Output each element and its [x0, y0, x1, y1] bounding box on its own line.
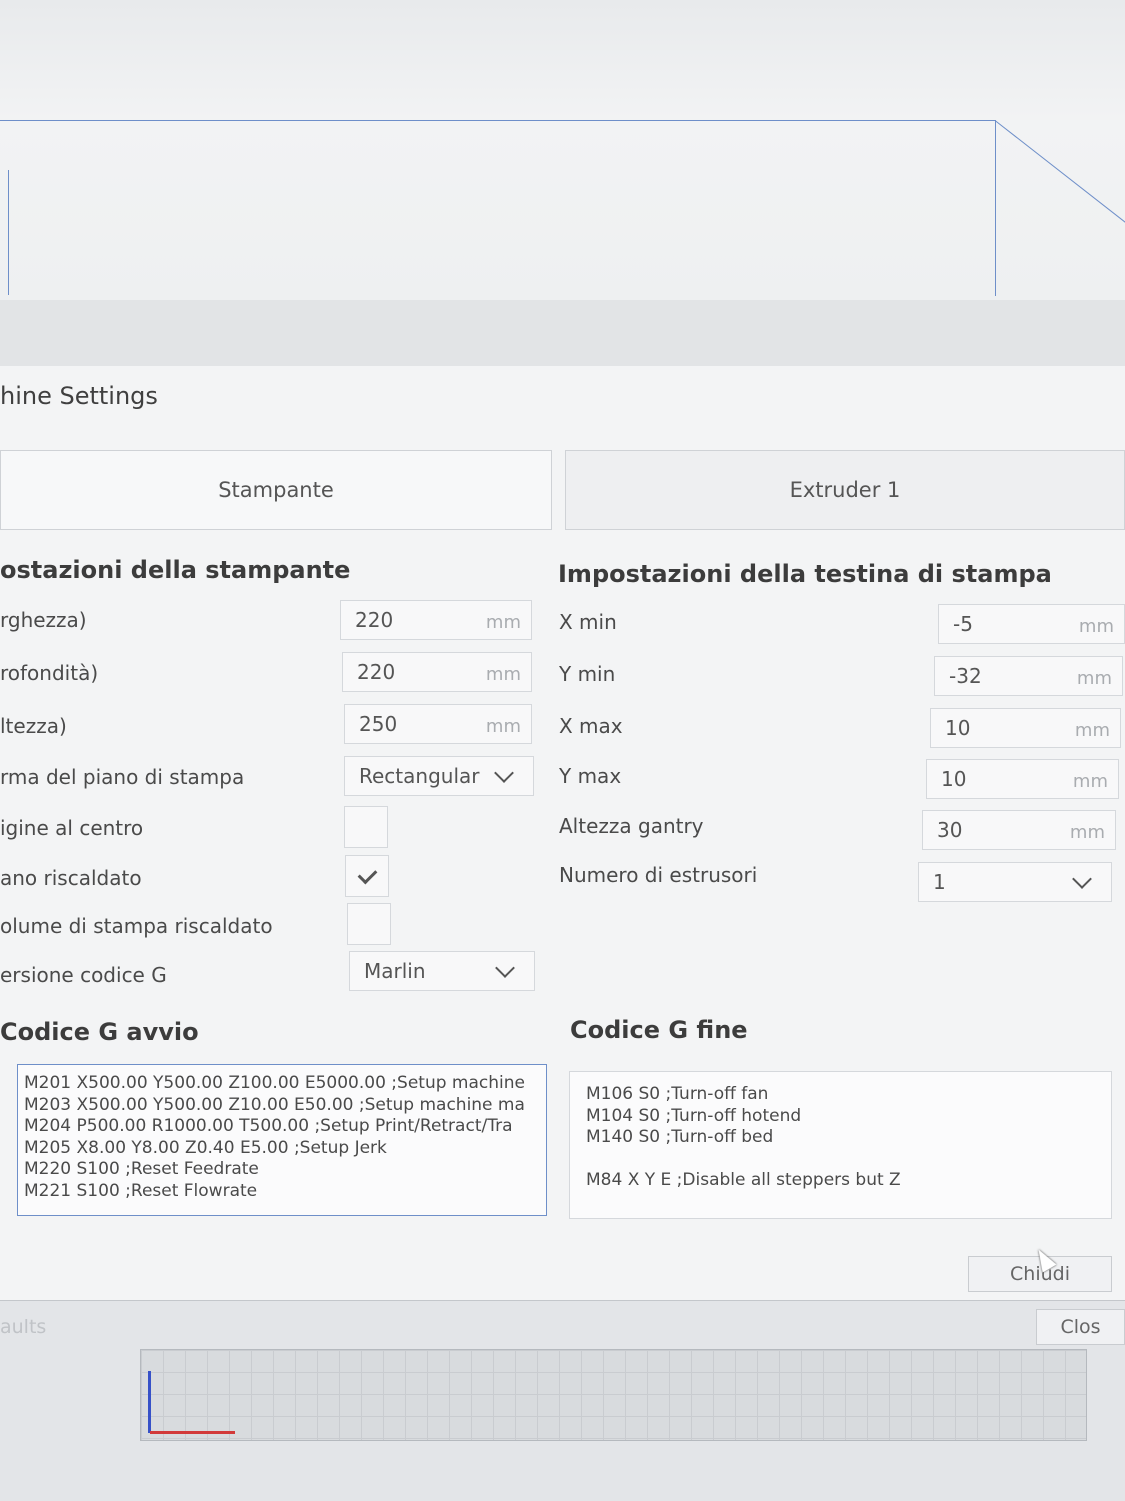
- origin-center-label: igine al centro: [0, 816, 144, 840]
- gcode-flavor-label: ersione codice G: [0, 963, 167, 987]
- build-volume-edge: [994, 120, 1125, 232]
- bed-shape-label: rma del piano di stampa: [0, 765, 245, 789]
- height-unit: mm: [485, 716, 521, 737]
- start-gcode-title: Codice G avvio: [0, 1018, 199, 1046]
- depth-unit: mm: [485, 664, 521, 685]
- build-volume-edge-left: [8, 170, 9, 295]
- gantry-height-field[interactable]: 30 mm: [922, 810, 1116, 850]
- printhead-settings-title: Impostazioni della testina di stampa: [558, 560, 1052, 588]
- z-axis-line: [148, 1371, 151, 1433]
- height-label: ltezza): [0, 714, 67, 738]
- heated-bed-label: ano riscaldato: [0, 866, 142, 890]
- depth-label: rofondità): [0, 661, 99, 685]
- chevron-down-icon: [494, 763, 514, 783]
- y-max-label: Y max: [559, 764, 622, 788]
- x-min-label: X min: [559, 610, 617, 634]
- x-max-value: 10: [945, 716, 971, 740]
- heated-volume-label: olume di stampa riscaldato: [0, 914, 273, 938]
- width-unit: mm: [485, 612, 521, 633]
- width-label: rghezza): [0, 608, 87, 632]
- height-value: 250: [359, 712, 398, 736]
- extruder-count-value: 1: [933, 870, 946, 894]
- depth-field[interactable]: 220 mm: [342, 652, 532, 692]
- tab-extruder-1[interactable]: Extruder 1: [565, 450, 1125, 530]
- width-field[interactable]: 220 mm: [340, 600, 532, 640]
- chevron-down-icon: [1072, 869, 1092, 889]
- close-button[interactable]: Clos: [1036, 1309, 1125, 1345]
- build-plate-grid: [140, 1349, 1087, 1441]
- y-max-value: 10: [941, 767, 967, 791]
- y-min-field[interactable]: -32 mm: [934, 656, 1123, 696]
- gcode-flavor-dropdown[interactable]: Marlin: [349, 951, 535, 991]
- x-axis-line: [150, 1431, 235, 1434]
- tab-printer[interactable]: Stampante: [0, 450, 552, 530]
- y-max-unit: mm: [1072, 771, 1108, 792]
- x-min-field[interactable]: -5 mm: [938, 604, 1125, 644]
- origin-center-checkbox[interactable]: [344, 806, 388, 848]
- tab-printer-label: Stampante: [218, 478, 334, 502]
- y-min-value: -32: [949, 664, 982, 688]
- gantry-height-label: Altezza gantry: [559, 814, 704, 838]
- end-gcode-text: M106 S0 ;Turn-off fan M104 S0 ;Turn-off …: [586, 1084, 901, 1190]
- gcode-flavor-value: Marlin: [364, 959, 426, 983]
- y-max-field[interactable]: 10 mm: [926, 759, 1119, 799]
- x-min-unit: mm: [1078, 616, 1114, 637]
- height-field[interactable]: 250 mm: [344, 704, 532, 744]
- 3d-viewport-bottom: aults Clos: [0, 1300, 1125, 1501]
- depth-value: 220: [357, 660, 396, 684]
- start-gcode-editor[interactable]: M201 X500.00 Y500.00 Z100.00 E5000.00 ;S…: [17, 1064, 547, 1216]
- end-gcode-editor[interactable]: M106 S0 ;Turn-off fan M104 S0 ;Turn-off …: [569, 1071, 1112, 1219]
- extruder-count-dropdown[interactable]: 1: [918, 862, 1112, 902]
- x-min-value: -5: [953, 612, 973, 636]
- gantry-height-unit: mm: [1069, 822, 1105, 843]
- tab-extruder-label: Extruder 1: [789, 478, 901, 502]
- x-max-unit: mm: [1074, 720, 1110, 741]
- bed-shape-value: Rectangular: [359, 764, 480, 788]
- chevron-down-icon: [495, 958, 515, 978]
- 3d-viewport-top: [0, 0, 1125, 301]
- x-max-field[interactable]: 10 mm: [930, 708, 1121, 748]
- x-max-label: X max: [559, 714, 623, 738]
- machine-settings-dialog: hine Settings Stampante Extruder 1 ostaz…: [0, 366, 1125, 1300]
- bed-shape-dropdown[interactable]: Rectangular: [344, 756, 534, 796]
- y-min-label: Y min: [559, 662, 616, 686]
- build-volume-outline: [0, 120, 996, 296]
- extruder-count-label: Numero di estrusori: [559, 863, 758, 887]
- dialog-title: hine Settings: [0, 382, 158, 410]
- dialog-header-band: [0, 300, 1125, 367]
- gantry-height-value: 30: [937, 818, 963, 842]
- heated-volume-checkbox[interactable]: [347, 903, 391, 945]
- checkmark-icon: [357, 864, 378, 885]
- end-gcode-title: Codice G fine: [570, 1016, 748, 1044]
- defaults-button[interactable]: aults: [0, 1309, 60, 1345]
- y-min-unit: mm: [1076, 668, 1112, 689]
- width-value: 220: [355, 608, 394, 632]
- printer-settings-title: ostazioni della stampante: [0, 556, 351, 584]
- heated-bed-checkbox[interactable]: [345, 855, 389, 897]
